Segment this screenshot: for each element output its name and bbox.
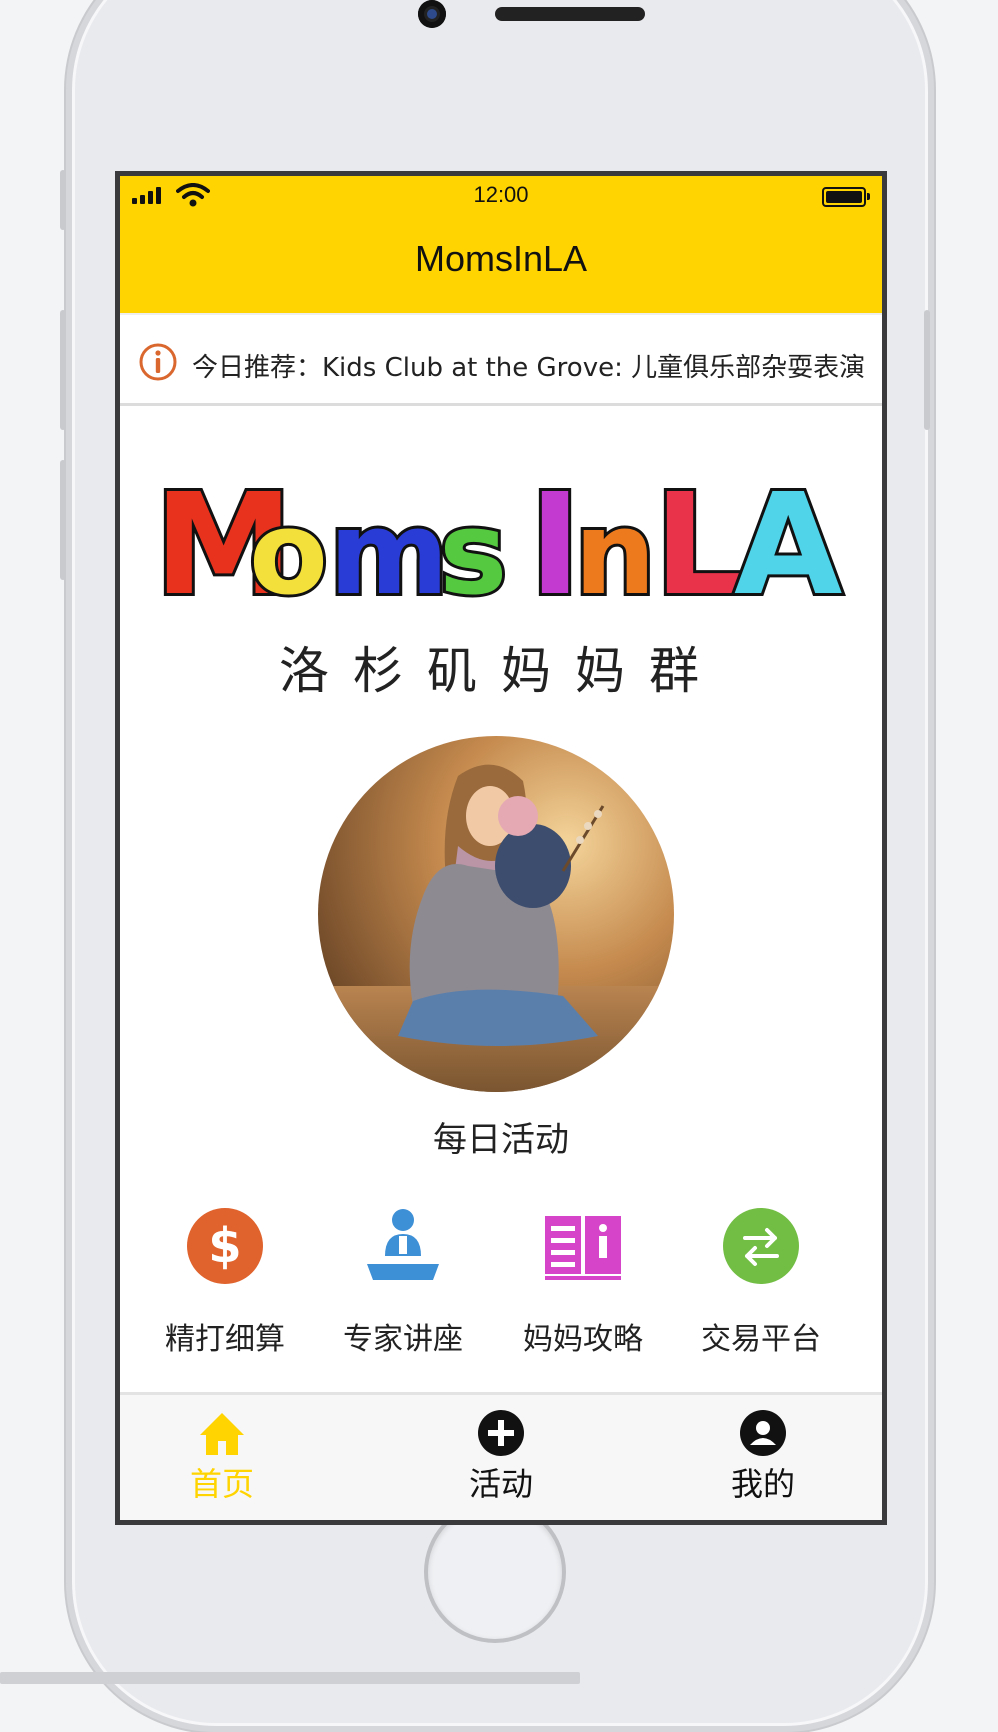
- tab-profile[interactable]: 我的: [673, 1395, 853, 1520]
- app-screen: 12:00 MomsInLA 今日推荐：Kids Club at the Gro…: [115, 171, 887, 1525]
- category-budget[interactable]: $ 精打细算: [140, 1206, 310, 1366]
- daily-activity-label[interactable]: 每日活动: [120, 1112, 882, 1161]
- category-label: 精打细算: [165, 1322, 285, 1357]
- category-label: 妈妈攻略: [523, 1322, 643, 1357]
- dollar-icon: $: [187, 1208, 263, 1284]
- home-icon: [200, 1413, 244, 1455]
- status-bar: 12:00: [120, 176, 882, 212]
- page-title: MomsInLA: [414, 238, 588, 279]
- tab-label: 首页: [189, 1465, 254, 1503]
- page-scrollbar[interactable]: [0, 1672, 580, 1684]
- tab-activities[interactable]: 活动: [411, 1395, 591, 1520]
- category-guides[interactable]: 妈妈攻略: [498, 1206, 668, 1366]
- logo-letter: L: [654, 471, 743, 601]
- guide-book-icon: [545, 1216, 621, 1280]
- exchange-icon: [723, 1208, 799, 1284]
- recommendation-ticker[interactable]: 今日推荐：Kids Club at the Grove: 儿童俱乐部杂耍表演: [120, 313, 882, 406]
- lecture-icon: [367, 1209, 439, 1280]
- momsinla-logo: Mo ms InLA: [151, 471, 845, 601]
- app-header: 12:00 MomsInLA: [120, 176, 882, 313]
- category-label: 交易平台: [701, 1322, 821, 1357]
- logo-letter: s: [439, 487, 507, 601]
- volume-down-button: [60, 460, 66, 580]
- category-lectures[interactable]: 专家讲座: [318, 1206, 488, 1366]
- battery-icon: [822, 187, 870, 207]
- user-icon: [740, 1410, 786, 1456]
- logo-letter: A: [734, 471, 842, 601]
- front-camera: [418, 0, 446, 28]
- power-button: [924, 310, 930, 430]
- tab-home[interactable]: 首页: [132, 1395, 312, 1520]
- earpiece-speaker: [495, 7, 645, 21]
- svg-text:$: $: [208, 1218, 241, 1274]
- ticker-text: 今日推荐：Kids Club at the Grove: 儿童俱乐部杂耍表演: [192, 353, 866, 383]
- tab-label: 我的: [730, 1465, 795, 1503]
- info-icon: [139, 343, 177, 381]
- logo-letter: m: [329, 487, 449, 601]
- mute-switch: [60, 170, 66, 230]
- plus-circle-icon: [478, 1410, 524, 1456]
- category-marketplace[interactable]: 交易平台: [676, 1206, 846, 1366]
- daily-activity-photo[interactable]: [318, 736, 674, 1092]
- status-time: 12:00: [473, 182, 529, 207]
- logo-subtitle: 洛杉矶妈妈群: [279, 642, 723, 700]
- logo-letter: o: [249, 487, 328, 601]
- category-label: 专家讲座: [343, 1322, 463, 1357]
- tab-label: 活动: [468, 1465, 533, 1503]
- mother-child-image: [318, 736, 674, 1092]
- logo-letter: n: [574, 487, 656, 601]
- bottom-tab-bar: 首页 活动 我的: [120, 1392, 882, 1520]
- volume-up-button: [60, 310, 66, 430]
